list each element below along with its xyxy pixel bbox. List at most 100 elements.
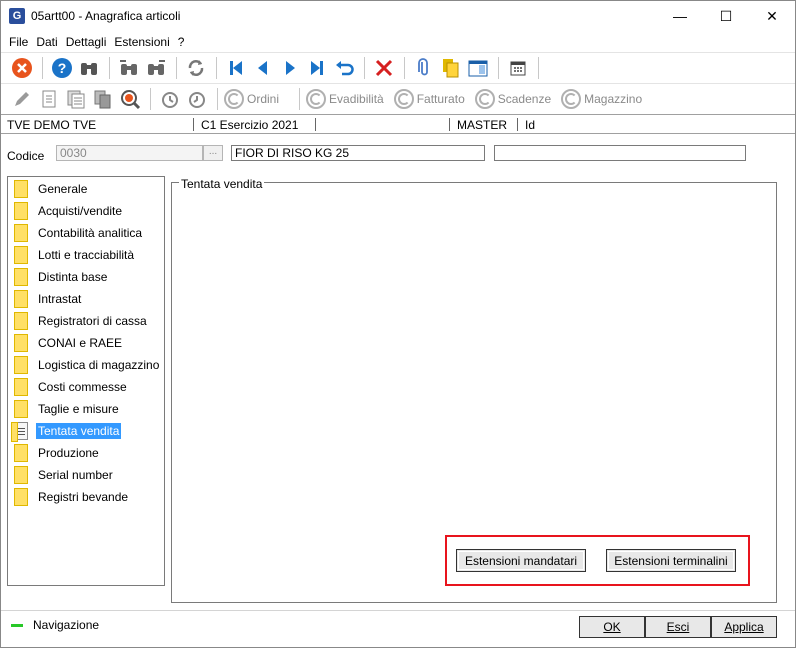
nav-item-conai-raee[interactable]: CONAI e RAEE: [14, 332, 124, 354]
estensioni-mandatari-button[interactable]: Estensioni mandatari: [456, 549, 586, 572]
nav-item-distinta-base[interactable]: Distinta base: [14, 266, 109, 288]
toolbar-separator: [404, 56, 405, 79]
estensioni-mandatari-label: Estensioni mandatari: [464, 553, 578, 568]
applica-label: Applica: [724, 620, 764, 634]
nav-item-lotti-tracciabilita[interactable]: Lotti e tracciabilità: [14, 244, 136, 266]
fatturato-button[interactable]: Fatturato: [393, 88, 465, 109]
exit-icon[interactable]: [9, 55, 35, 81]
nav-item-registri-bevande[interactable]: Registri bevande: [14, 486, 130, 508]
binoculars-icon[interactable]: [76, 55, 102, 81]
esci-button[interactable]: Esci: [645, 616, 711, 638]
prev-record-icon[interactable]: [250, 55, 276, 81]
menu-dati[interactable]: Dati: [32, 35, 61, 49]
toolbar-separator: [364, 56, 365, 79]
open-document-icon: [11, 422, 28, 442]
fatturato-icon: [393, 88, 414, 109]
svg-text:?: ?: [58, 60, 67, 76]
nav-item-costi-commesse[interactable]: Costi commesse: [14, 376, 129, 398]
folder-icon: [14, 224, 28, 242]
ordini-button[interactable]: Ordini: [224, 88, 280, 109]
documents-icon[interactable]: [438, 55, 464, 81]
nav-item-registratori-cassa[interactable]: Registratori di cassa: [14, 310, 149, 332]
magazzino-button[interactable]: Magazzino: [561, 88, 642, 109]
estensioni-terminalini-label: Estensioni terminalini: [614, 553, 728, 568]
nav-item-label: Costi commesse: [38, 380, 127, 394]
nav-item-generale[interactable]: Generale: [14, 178, 89, 200]
section-navigation-list: Generale Acquisti/vendite Contabilità an…: [7, 176, 165, 586]
window-layout-icon[interactable]: [465, 55, 491, 81]
nav-item-label: CONAI e RAEE: [38, 336, 123, 350]
document-icon[interactable]: [36, 86, 62, 112]
history-back-icon[interactable]: [184, 86, 210, 112]
folder-icon: [14, 356, 28, 374]
id-label: Id: [525, 118, 536, 132]
minimize-button[interactable]: —: [657, 1, 703, 31]
next-record-icon[interactable]: [277, 55, 303, 81]
nav-item-label: Taglie e misure: [38, 402, 119, 416]
nav-item-label: Distinta base: [38, 270, 108, 284]
ordini-icon: [224, 88, 244, 109]
nav-item-label: Acquisti/vendite: [38, 204, 123, 218]
nav-item-label: Logistica di magazzino: [38, 358, 160, 372]
extra-description-field[interactable]: [494, 145, 746, 161]
ordini-label: Ordini: [247, 91, 280, 106]
history-icon[interactable]: [157, 86, 183, 112]
maximize-button[interactable]: ☐: [703, 1, 749, 31]
scadenze-icon: [474, 88, 495, 109]
applica-button[interactable]: Applica: [711, 616, 777, 638]
menu-bar: File Dati Dettagli Estensioni ?: [1, 32, 188, 52]
last-record-icon[interactable]: [304, 55, 330, 81]
first-record-icon[interactable]: [223, 55, 249, 81]
nav-item-serial-number[interactable]: Serial number: [14, 464, 115, 486]
close-button[interactable]: ✕: [749, 1, 795, 31]
edit-pencil-icon[interactable]: [9, 86, 35, 112]
nav-item-logistica-magazzino[interactable]: Logistica di magazzino: [14, 354, 161, 376]
ok-label: OK: [603, 620, 621, 634]
ok-button[interactable]: OK: [579, 616, 645, 638]
panel-title: Tentata vendita: [179, 177, 265, 191]
esci-label: Esci: [666, 620, 690, 634]
list-document-icon[interactable]: [63, 86, 89, 112]
search-next-icon[interactable]: [143, 55, 169, 81]
scadenze-label: Scadenze: [497, 91, 552, 106]
scadenze-button[interactable]: Scadenze: [474, 88, 552, 109]
undo-icon[interactable]: [331, 55, 357, 81]
nav-item-label: Intrastat: [38, 292, 82, 306]
description-field[interactable]: FIOR DI RISO KG 25: [231, 145, 485, 161]
folder-icon: [14, 180, 28, 198]
delete-icon[interactable]: [371, 55, 397, 81]
copy-icon[interactable]: [90, 86, 116, 112]
codice-field[interactable]: 0030: [56, 145, 203, 161]
menu-file[interactable]: File: [5, 35, 32, 49]
strip-separator: [517, 118, 518, 131]
magnifier-icon[interactable]: [117, 86, 143, 112]
attachment-icon[interactable]: [411, 55, 437, 81]
menu-dettagli[interactable]: Dettagli: [62, 35, 111, 49]
nav-item-tentata-vendita[interactable]: Tentata vendita: [11, 420, 122, 442]
search-prev-icon[interactable]: [116, 55, 142, 81]
folder-icon: [14, 268, 28, 286]
refresh-icon[interactable]: [183, 55, 209, 81]
main-window: G 05artt00 - Anagrafica articoli — ☐ ✕ F…: [0, 0, 796, 648]
codice-lookup-button[interactable]: ...: [203, 145, 223, 161]
navigation-status-label: Navigazione: [33, 618, 100, 632]
nav-item-label: Generale: [38, 182, 88, 196]
menu-help[interactable]: ?: [174, 35, 189, 49]
calendar-icon[interactable]: [505, 55, 531, 81]
nav-item-contabilita-analitica[interactable]: Contabilità analitica: [14, 222, 144, 244]
toolbar-separator: [109, 56, 110, 79]
nav-item-label: Contabilità analitica: [38, 226, 143, 240]
help-icon[interactable]: ?: [49, 55, 75, 81]
menu-estensioni[interactable]: Estensioni: [110, 35, 173, 49]
nav-item-acquisti-vendite[interactable]: Acquisti/vendite: [14, 200, 124, 222]
main-toolbar: ?: [1, 52, 795, 82]
nav-item-produzione[interactable]: Produzione: [14, 442, 101, 464]
secondary-toolbar: Ordini Evadibilità Fatturato Scadenze Ma…: [1, 83, 795, 113]
estensioni-terminalini-button[interactable]: Estensioni terminalini: [606, 549, 736, 572]
toolbar-separator: [176, 56, 177, 79]
folder-icon: [14, 488, 28, 506]
nav-item-taglie-misure[interactable]: Taglie e misure: [14, 398, 121, 420]
evadibilita-button[interactable]: Evadibilità: [306, 88, 384, 109]
nav-item-intrastat[interactable]: Intrastat: [14, 288, 83, 310]
toolbar-separator: [216, 56, 217, 79]
